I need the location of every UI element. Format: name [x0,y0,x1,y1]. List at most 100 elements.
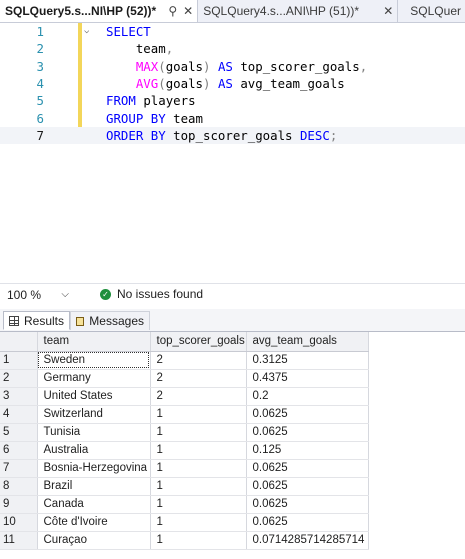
table-cell[interactable]: Côte d'Ivoire [37,513,151,532]
table-cell[interactable]: Canada [37,495,151,514]
row-number-cell[interactable]: 10 [0,513,38,532]
code-line[interactable]: 3 MAX(goals) AS top_scorer_goals, [0,58,465,75]
code-token: SELECT [106,24,151,39]
table-cell[interactable]: Switzerland [37,405,151,424]
results-tab-bar: Results Messages [0,309,465,332]
table-cell[interactable]: 0.0625 [246,423,369,442]
row-number-cell[interactable]: 7 [0,459,38,478]
issues-text: No issues found [117,287,204,301]
table-cell[interactable]: 2 [150,369,247,388]
row-number-cell[interactable]: 4 [0,405,38,424]
code-line[interactable]: 1 ⌵ SELECT [0,23,465,40]
tab-results[interactable]: Results [3,311,70,330]
table-row[interactable]: 11 Curaçao 1 0.0714285714285714 [0,531,369,550]
row-number-cell[interactable]: 5 [0,423,38,442]
code-text: team, [106,40,173,57]
table-row[interactable]: 9 Canada 1 0.0625 [0,495,369,514]
column-header-top-scorer-goals[interactable]: top_scorer_goals [150,332,247,352]
row-number-cell[interactable]: 2 [0,369,38,388]
check-circle-icon: ✓ [100,288,111,300]
table-cell[interactable]: Tunisia [37,423,151,442]
table-row[interactable]: 1 Sweden 2 0.3125 [0,351,369,370]
table-cell[interactable]: 0.3125 [246,351,369,370]
code-line[interactable]: 2 team, [0,40,465,57]
row-number-header[interactable] [0,332,38,352]
editor-status-bar: 100 % ⌵ ✓ No issues found [0,283,465,305]
table-cell[interactable]: 1 [150,459,247,478]
table-cell[interactable]: 0.0625 [246,477,369,496]
tab-results-label: Results [23,313,64,328]
row-number-cell[interactable]: 6 [0,441,38,460]
code-line[interactable]: 6 GROUP BY team [0,110,465,127]
code-token: ; [329,127,338,143]
table-cell[interactable]: United States [37,387,151,406]
row-number-cell[interactable]: 1 [0,351,38,370]
zoom-level: 100 % [7,287,42,302]
table-cell[interactable]: Sweden [37,351,151,370]
line-number: 1 [36,24,44,39]
table-cell[interactable]: Curaçao [37,531,151,550]
zoom-dropdown[interactable]: 100 % ⌵ [4,286,74,303]
table-row[interactable]: 2 Germany 2 0.4375 [0,369,369,388]
table-cell[interactable]: 1 [150,423,247,442]
table-cell[interactable]: 1 [150,531,247,550]
close-icon[interactable]: ✕ [183,4,193,18]
table-cell[interactable]: 0.0625 [246,405,369,424]
pin-icon[interactable]: ⚲ [168,4,177,18]
tab-sqlquery4-label: SQLQuery4.s...ANI\HP (51))* [203,4,360,18]
table-cell[interactable]: 0.0625 [246,513,369,532]
row-number-cell[interactable]: 9 [0,495,38,514]
table-cell[interactable]: Bosnia-Herzegovina [37,459,151,478]
code-token: top_scorer_goals [240,58,360,74]
table-cell[interactable]: 0.0714285714285714 [246,531,369,550]
table-cell[interactable]: 0.0625 [246,459,369,478]
table-cell[interactable]: Brazil [37,477,151,496]
results-grid[interactable]: team top_scorer_goals avg_team_goals 1 Sw… [0,332,465,559]
table-cell[interactable]: 1 [150,513,247,532]
column-header-team[interactable]: team [37,332,151,352]
table-cell[interactable]: 0.125 [246,441,369,460]
code-token: AS [210,75,241,91]
table-row[interactable]: 8 Brazil 1 0.0625 [0,477,369,496]
code-token: players [143,93,196,109]
tab-messages[interactable]: Messages [70,311,150,330]
table-row[interactable]: 4 Switzerland 1 0.0625 [0,405,369,424]
table-cell[interactable]: 0.2 [246,387,369,406]
column-header-avg-team-goals[interactable]: avg_team_goals [246,332,369,352]
table-cell[interactable]: Germany [37,369,151,388]
tab-sqlquery4[interactable]: SQLQuery4.s...ANI\HP (51))* ✕ [198,0,399,22]
row-number-cell[interactable]: 11 [0,531,38,550]
line-number: 7 [36,127,44,143]
issues-indicator[interactable]: ✓ No issues found [100,287,203,301]
table-row[interactable]: 6 Australia 1 0.125 [0,441,369,460]
query-editor[interactable]: 1 ⌵ SELECT 2 team, 3 MAX(goals) AS top_score… [0,23,465,285]
table-cell[interactable]: Australia [37,441,151,460]
line-number: 4 [36,75,44,91]
line-number: 5 [36,93,44,109]
code-line[interactable]: 5 FROM players [0,92,465,109]
table-cell[interactable]: 1 [150,405,247,424]
table-cell[interactable]: 1 [150,477,247,496]
tab-sqlquery5[interactable]: SQLQuery5.s...NI\HP (52))* ⚲ ✕ [0,0,199,22]
tab-sqlquery-partial[interactable]: SQLQuer [398,0,465,22]
table-cell[interactable]: 0.0625 [246,495,369,514]
table-row[interactable]: 3 United States 2 0.2 [0,387,369,406]
row-number-cell[interactable]: 8 [0,477,38,496]
table-cell[interactable]: 1 [150,441,247,460]
table-row[interactable]: 5 Tunisia 1 0.0625 [0,423,369,442]
table-cell[interactable]: 1 [150,495,247,514]
table-row[interactable]: 7 Bosnia-Herzegovina 1 0.0625 [0,459,369,478]
close-icon[interactable]: ✕ [383,4,393,18]
document-tab-bar: SQLQuery5.s...NI\HP (52))* ⚲ ✕ SQLQuery4… [0,0,465,23]
code-line[interactable]: 7 ORDER BY top_scorer_goals DESC; [0,126,465,144]
line-number: 2 [36,41,44,57]
table-cell[interactable]: 2 [150,387,247,406]
code-token: GROUP BY [106,110,174,126]
table-cell[interactable]: 0.4375 [246,369,369,388]
table-row[interactable]: 10 Côte d'Ivoire 1 0.0625 [0,513,369,532]
code-line[interactable]: 4 AVG(goals) AS avg_team_goals [0,75,465,92]
table-cell[interactable]: 2 [150,351,247,370]
row-number-cell[interactable]: 3 [0,387,38,406]
line-number: 3 [36,58,44,74]
collapse-chevron-icon[interactable]: ⌵ [84,27,93,36]
